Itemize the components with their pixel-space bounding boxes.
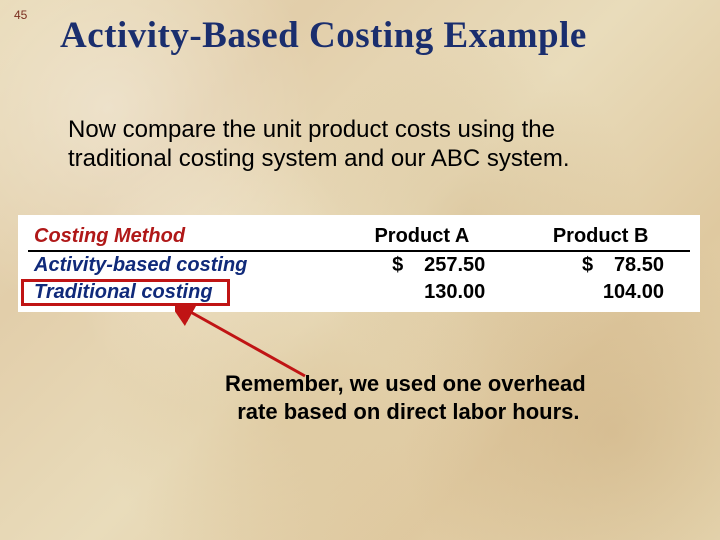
footnote-line1: Remember, we used one overhead: [225, 371, 586, 396]
val-trad-a: 130.00: [424, 281, 485, 303]
col-header-product-a: Product A: [333, 223, 512, 251]
val-abc-a: 257.50: [424, 254, 485, 276]
footnote-line2: rate based on direct labor hours.: [237, 399, 579, 424]
footnote: Remember, we used one overhead rate base…: [225, 370, 670, 425]
val-trad-b: 104.00: [603, 281, 664, 303]
val-abc-b: 78.50: [614, 254, 664, 276]
page-title: Activity-Based Costing Example: [60, 14, 680, 57]
slide-number: 45: [14, 8, 27, 22]
col-header-method: Costing Method: [28, 223, 333, 251]
cell-trad-b: 104.00: [511, 279, 690, 306]
cell-abc-b: $78.50: [511, 251, 690, 279]
table-header-row: Costing Method Product A Product B: [28, 223, 690, 251]
cell-trad-a: 130.00: [333, 279, 512, 306]
table-row: Traditional costing 130.00 104.00: [28, 279, 690, 306]
table-row: Activity-based costing $257.50 $78.50: [28, 251, 690, 279]
cost-comparison-table: Costing Method Product A Product B Activ…: [18, 215, 700, 312]
cell-abc-a: $257.50: [333, 251, 512, 279]
row-label-abc: Activity-based costing: [28, 251, 333, 279]
body-paragraph: Now compare the unit product costs using…: [68, 115, 660, 174]
col-header-product-b: Product B: [511, 223, 690, 251]
row-label-traditional: Traditional costing: [28, 279, 333, 306]
